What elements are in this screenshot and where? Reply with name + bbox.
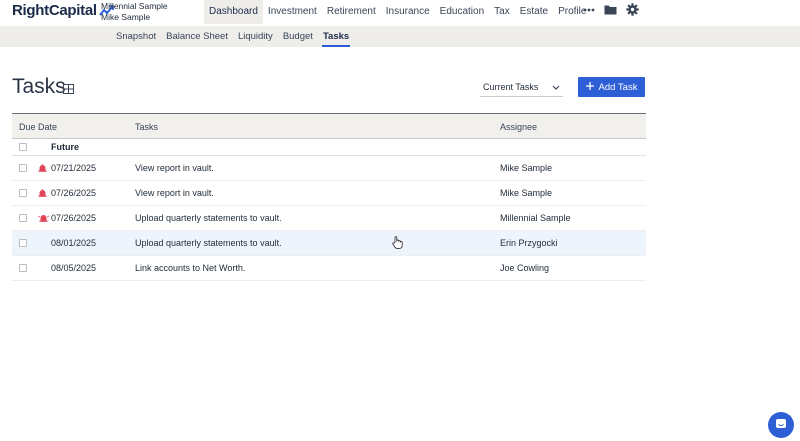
- top-nav: Dashboard Investment Retirement Insuranc…: [204, 0, 591, 24]
- table-row[interactable]: 08/01/2025 Upload quarterly statements t…: [12, 231, 646, 256]
- row-assignee: Joe Cowling: [500, 263, 550, 273]
- logo[interactable]: RightCapital: [12, 2, 115, 19]
- gear-icon[interactable]: [626, 3, 639, 16]
- sub-nav: Snapshot Balance Sheet Liquidity Budget …: [0, 26, 800, 47]
- alarm-icon: [38, 164, 47, 174]
- nav-education[interactable]: Education: [435, 0, 489, 24]
- task-filter-dropdown[interactable]: Current Tasks: [480, 77, 563, 97]
- client-name-primary: Millennial Sample: [101, 1, 168, 11]
- client-selector[interactable]: Millennial Sample Mike Sample: [101, 1, 168, 23]
- chat-support-button[interactable]: [768, 412, 794, 438]
- row-task[interactable]: View report in vault.: [135, 163, 214, 173]
- row-checkbox[interactable]: [19, 164, 27, 172]
- row-checkbox[interactable]: [19, 264, 27, 272]
- subnav-tasks[interactable]: Tasks: [318, 26, 354, 47]
- row-checkbox[interactable]: [19, 189, 27, 197]
- row-checkbox[interactable]: [19, 239, 27, 247]
- table-row[interactable]: 07/21/2025 View report in vault. Mike Sa…: [12, 156, 646, 181]
- table-row[interactable]: 08/05/2025 Link accounts to Net Worth. J…: [12, 256, 646, 281]
- row-date: 07/26/2025: [51, 188, 97, 198]
- nav-dashboard[interactable]: Dashboard: [204, 0, 263, 24]
- page-title: Tasks: [12, 75, 66, 98]
- table-row[interactable]: 07/26/2025 Upload quarterly statements t…: [12, 206, 646, 231]
- column-tasks[interactable]: Tasks: [135, 122, 158, 132]
- row-date: 08/05/2025: [51, 263, 97, 273]
- nav-tax[interactable]: Tax: [489, 0, 515, 24]
- top-bar: RightCapital Millennial Sample Mike Samp…: [0, 0, 800, 26]
- subnav-balance-sheet[interactable]: Balance Sheet: [161, 26, 233, 47]
- top-icons: [583, 3, 639, 16]
- row-assignee: Mike Sample: [500, 188, 553, 198]
- table-row[interactable]: 07/26/2025 View report in vault. Mike Sa…: [12, 181, 646, 206]
- subnav-budget[interactable]: Budget: [278, 26, 318, 47]
- plus-icon: [585, 81, 594, 93]
- chevron-down-icon: [552, 77, 560, 97]
- client-name-secondary: Mike Sample: [101, 12, 151, 22]
- row-task[interactable]: Link accounts to Net Worth.: [135, 263, 245, 273]
- group-label: Future: [51, 142, 79, 152]
- row-date: 08/01/2025: [51, 238, 97, 248]
- hand-cursor-icon: [392, 236, 403, 252]
- column-due-date[interactable]: Due Date: [19, 122, 57, 132]
- add-task-button[interactable]: Add Task: [578, 77, 645, 97]
- alarm-icon: [38, 189, 47, 199]
- logo-text: RightCapital: [12, 2, 97, 19]
- row-assignee: Mike Sample: [500, 163, 553, 173]
- subnav-liquidity[interactable]: Liquidity: [233, 26, 278, 47]
- row-date: 07/21/2025: [51, 163, 97, 173]
- chat-icon: [775, 418, 787, 433]
- nav-investment[interactable]: Investment: [263, 0, 322, 24]
- group-row-future: Future: [12, 139, 646, 156]
- row-assignee: Millennial Sample: [500, 213, 571, 223]
- task-filter-value: Current Tasks: [483, 81, 539, 92]
- nav-insurance[interactable]: Insurance: [381, 0, 435, 24]
- alarm-icon: [37, 214, 50, 224]
- subnav-snapshot[interactable]: Snapshot: [111, 26, 161, 47]
- row-task[interactable]: Upload quarterly statements to vault.: [135, 238, 282, 248]
- nav-estate[interactable]: Estate: [515, 0, 553, 24]
- row-checkbox[interactable]: [19, 214, 27, 222]
- column-assignee[interactable]: Assignee: [500, 122, 537, 132]
- row-date: 07/26/2025: [51, 213, 97, 223]
- row-task[interactable]: Upload quarterly statements to vault.: [135, 213, 282, 223]
- folder-icon[interactable]: [604, 4, 617, 15]
- select-all-checkbox[interactable]: [19, 143, 27, 151]
- more-icon[interactable]: [583, 8, 595, 12]
- tasks-table: Due Date Tasks Assignee Future 07/21/202…: [12, 113, 646, 281]
- table-view-icon[interactable]: [63, 83, 74, 97]
- row-task[interactable]: View report in vault.: [135, 188, 214, 198]
- nav-retirement[interactable]: Retirement: [322, 0, 381, 24]
- row-assignee: Erin Przygocki: [500, 238, 558, 248]
- add-task-label: Add Task: [598, 81, 638, 93]
- table-header: Due Date Tasks Assignee: [12, 113, 646, 139]
